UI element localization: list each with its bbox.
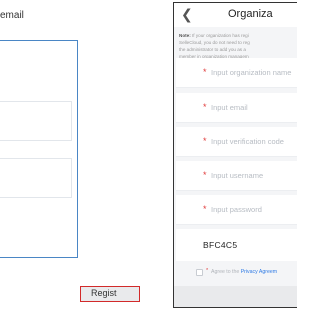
verification-code-placeholder: Input verification code — [211, 137, 284, 146]
left-form-panel — [0, 40, 78, 258]
verification-code-field[interactable]: * Input verification code — [176, 127, 297, 157]
organization-name-placeholder: Input organization name — [211, 68, 292, 77]
note-label: Note: — [179, 33, 191, 38]
bottom-action-bar — [174, 286, 297, 307]
note-line-1: If your organization has regi — [192, 33, 249, 38]
page-title: Organiza — [228, 8, 273, 20]
required-asterisk: * — [203, 204, 207, 214]
left-panel-email-label: email — [0, 10, 24, 21]
agree-checkbox[interactable] — [196, 269, 203, 276]
email-field[interactable]: * Input email — [176, 93, 297, 123]
username-field[interactable]: * Input username — [176, 161, 297, 191]
username-placeholder: Input username — [211, 171, 264, 180]
required-asterisk: * — [203, 102, 207, 112]
agree-text: Agree to the Privacy Agreem — [211, 269, 278, 275]
registration-note: Note: If your organization has regi Sell… — [179, 32, 297, 60]
password-placeholder: Input password — [211, 205, 262, 214]
nav-bar: ❮ Organiza — [174, 3, 297, 27]
register-button[interactable]: Regist — [80, 286, 140, 302]
required-asterisk: * — [203, 136, 207, 146]
required-asterisk: * — [206, 268, 209, 274]
password-field[interactable]: * Input password — [176, 195, 297, 225]
left-input-box-2[interactable] — [0, 158, 72, 198]
captcha-code: BFC4C5 — [203, 240, 238, 250]
note-line-2: SelleCloud, you do not need to reg — [179, 40, 250, 45]
required-asterisk: * — [203, 170, 207, 180]
left-input-box-1[interactable] — [0, 101, 72, 141]
organization-name-field[interactable]: * Input organization name — [176, 58, 297, 88]
email-placeholder: Input email — [211, 103, 248, 112]
back-chevron-icon[interactable]: ❮ — [181, 6, 193, 22]
privacy-agreement-link[interactable]: Privacy Agreem — [241, 269, 277, 275]
mobile-screen: ❮ Organiza Note: If your organization ha… — [173, 2, 297, 308]
privacy-agreement-row: * Agree to the Privacy Agreem — [176, 265, 297, 281]
required-asterisk: * — [203, 67, 207, 77]
note-line-3: the administrator to add you as a — [179, 47, 246, 52]
captcha-field[interactable]: BFC4C5 — [176, 229, 297, 261]
